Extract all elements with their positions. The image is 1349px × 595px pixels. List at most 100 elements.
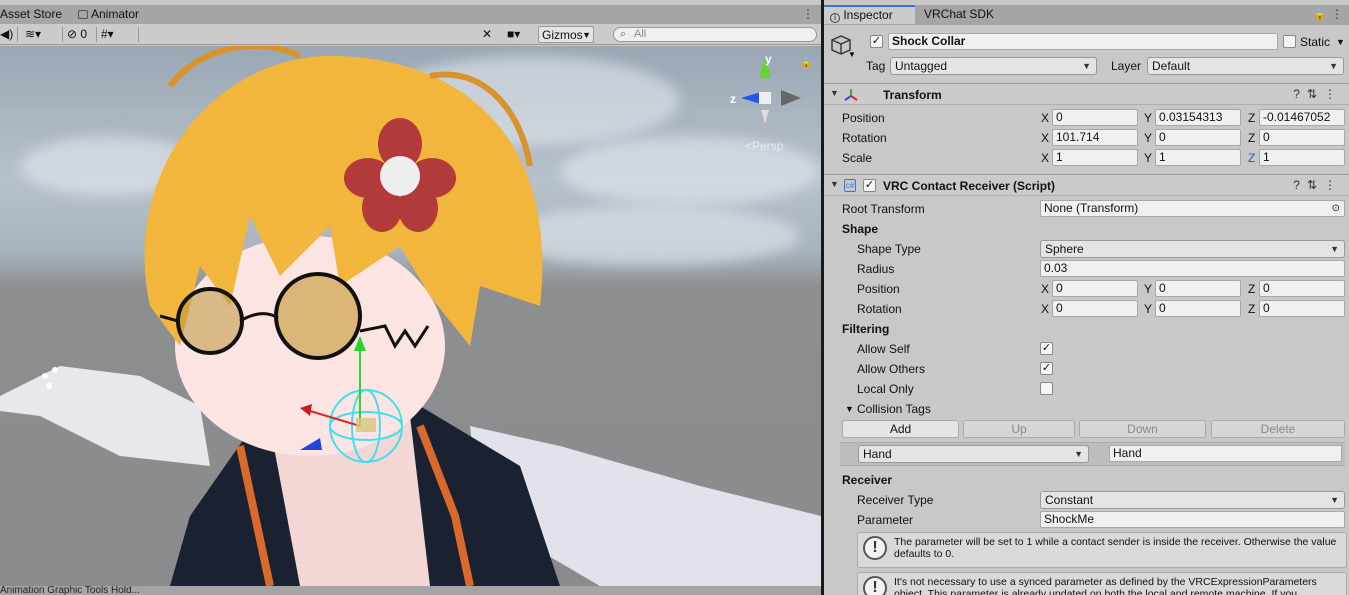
collision-tag-item: Hand ▼ Hand [840,442,1345,466]
delete-tag-button[interactable]: Delete [1211,420,1345,438]
tools-icon[interactable]: ✕ [482,26,492,43]
rotation-y-field[interactable]: 0 [1155,129,1241,146]
filtering-header: Filtering [842,322,890,336]
axis-y-label: Y [1144,151,1153,165]
tab-asset-store[interactable]: Asset Store [0,5,70,24]
animator-icon [78,10,88,19]
object-name-field[interactable]: Shock Collar [888,33,1278,50]
tab-vrchat-sdk[interactable]: VRChat SDK [916,5,1002,24]
scale-z-field[interactable]: 1 [1259,149,1345,166]
tab-label: Asset Store [0,7,63,21]
position-z-field[interactable]: -0.01467052 [1259,109,1345,126]
position-y-field[interactable]: 0.03154313 [1155,109,1241,126]
axis-x-label: X [1041,131,1050,145]
local-only-checkbox[interactable] [1040,382,1053,395]
radius-field[interactable]: 0.03 [1040,260,1345,277]
lock-icon[interactable]: 🔒 [800,58,812,69]
presets-icon[interactable]: ⇅ [1307,87,1324,101]
hidden-count: 0 [80,27,88,41]
axis-x-label: X [1041,302,1050,316]
effects-icon[interactable]: ≋▾ [25,26,41,43]
collision-tags-foldout[interactable]: ▼ Collision Tags [824,399,1349,419]
camera-icon[interactable]: ■▾ [507,26,520,43]
add-tag-button[interactable]: Add [842,420,959,438]
lock-icon[interactable]: 🔒 [1313,8,1327,21]
receiver-type-dropdown[interactable]: Constant ▼ [1040,491,1345,509]
allow-others-row: Allow Others ✓ [824,359,1349,379]
position-z-field[interactable]: 0 [1259,280,1345,297]
active-checkbox[interactable]: ✓ [870,35,883,48]
parameter-field[interactable]: ShockMe [1040,511,1345,528]
projection-toggle[interactable]: <Persp [745,139,783,153]
layer-dropdown[interactable]: Default ▼ [1147,57,1344,75]
tag-dropdown[interactable]: Untagged ▼ [890,57,1097,75]
tab-animator[interactable]: Animator [78,5,147,24]
chevron-down-icon[interactable]: ▼ [1336,37,1345,47]
audio-toggle-icon[interactable]: ◀) [0,26,13,43]
move-up-button[interactable]: Up [963,420,1075,438]
gizmos-dropdown[interactable]: Gizmos ▼ [538,26,594,43]
component-menu-icon[interactable]: ⋮ [1324,87,1343,101]
scene-viewport[interactable]: y z 🔒 <Persp [0,46,821,586]
help-box: ! The parameter will be set to 1 while a… [857,532,1347,568]
position-y-field[interactable]: 0 [1155,280,1241,297]
receiver-title: VRC Contact Receiver (Script) [883,179,1056,193]
tag-preset-dropdown[interactable]: Hand ▼ [858,445,1089,463]
help-icon[interactable]: ? [1293,178,1307,192]
component-menu-icon[interactable]: ⋮ [1324,178,1343,192]
scene-search-input[interactable]: ⌕ All [613,27,817,42]
move-down-button[interactable]: Down [1079,420,1206,438]
static-checkbox[interactable] [1283,35,1296,48]
foldout-expanded-icon: ▼ [830,179,839,189]
scale-x-field[interactable]: 1 [1052,149,1138,166]
component-enabled-checkbox[interactable]: ✓ [863,179,876,192]
hidden-objects-toggle[interactable]: ⊘ 0 [67,26,87,43]
transform-rotation-row: Rotation X 101.714 Y 0 Z 0 [824,128,1349,148]
root-transform-field[interactable]: None (Transform) ⊙ [1040,200,1345,217]
bottom-tab-bar: Animation Graphic Tools Hold... [0,586,821,595]
allow-self-checkbox[interactable]: ✓ [1040,342,1053,355]
grid-toggle-icon[interactable]: #▾ [101,26,114,43]
avatar-model [0,46,821,586]
axis-x-label: X [1041,151,1050,165]
scene-toolbar: ◀) ≋▾ ⊘ 0 #▾ ✕ ■▾ Gizmos ▼ ⌕ All [0,24,821,45]
local-only-label: Local Only [857,382,914,396]
allow-others-checkbox[interactable]: ✓ [1040,362,1053,375]
presets-icon[interactable]: ⇅ [1307,178,1324,192]
shape-type-row: Shape Type Sphere ▼ [824,239,1349,259]
scale-label: Scale [842,151,873,165]
position-label: Position [842,111,885,125]
layer-value: Default [1152,59,1191,73]
rotation-x-field[interactable]: 101.714 [1052,129,1138,146]
warning-icon: ! [863,576,887,595]
unity-editor: Asset Store Animator ⋮ ◀) ≋▾ ⊘ 0 #▾ ✕ ■▾… [0,0,1349,595]
position-x-field[interactable]: 0 [1052,109,1138,126]
foldout-expanded-icon: ▼ [845,404,854,414]
chevron-down-icon: ▼ [1330,244,1339,254]
inspector-panel: i Inspector VRChat SDK 🔒 ⋮ ▼ ✓ Shock Col… [824,0,1349,595]
rotation-x-field[interactable]: 0 [1052,300,1138,317]
warning-icon: ! [863,536,887,560]
pane-menu-icon[interactable]: ⋮ [801,5,815,24]
tab-inspector[interactable]: i Inspector [824,5,915,24]
axis-z-label: Z [1248,111,1256,125]
rotation-z-field[interactable]: 0 [1259,300,1345,317]
allow-others-label: Allow Others [857,362,926,376]
transform-header[interactable]: ▼ Transform ?⇅⋮ [824,83,1349,105]
orientation-gizmo[interactable] [741,58,801,124]
object-picker-icon[interactable]: ⊙ [1332,201,1340,216]
rotation-y-field[interactable]: 0 [1155,300,1241,317]
receiver-section: Receiver [824,470,1349,490]
help-icon[interactable]: ? [1293,87,1307,101]
component-header-icons: ?⇅⋮ [1293,178,1343,192]
rotation-z-field[interactable]: 0 [1259,129,1345,146]
shape-type-label: Shape Type [857,242,921,256]
tag-name-field[interactable]: Hand [1109,445,1342,462]
contact-receiver-header[interactable]: ▼ c# ✓ VRC Contact Receiver (Script) ?⇅⋮ [824,174,1349,196]
receiver-position-row: Position X 0 Y 0 Z 0 [824,279,1349,299]
axis-z-label: z [730,92,736,106]
shape-type-dropdown[interactable]: Sphere ▼ [1040,240,1345,258]
pane-menu-icon[interactable]: ⋮ [1330,5,1344,24]
scale-y-field[interactable]: 1 [1155,149,1241,166]
position-x-field[interactable]: 0 [1052,280,1138,297]
